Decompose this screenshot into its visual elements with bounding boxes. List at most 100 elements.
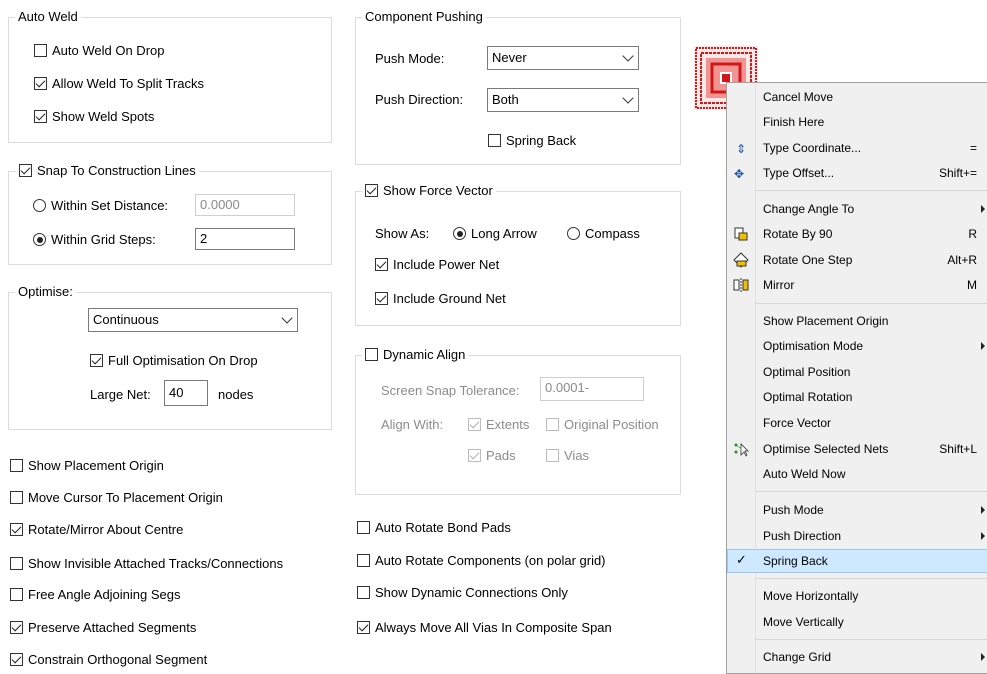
long-arrow-radio[interactable]: Long Arrow bbox=[453, 226, 537, 241]
within-grid-steps-radio[interactable]: Within Grid Steps: bbox=[33, 232, 156, 247]
checkbox-box[interactable] bbox=[468, 418, 481, 431]
show-dynamic-connections-checkbox[interactable]: Show Dynamic Connections Only bbox=[357, 585, 568, 600]
checkbox-box[interactable] bbox=[357, 586, 370, 599]
snap-construction-lines-checkbox[interactable]: Snap To Construction Lines bbox=[16, 163, 199, 178]
radio-dot[interactable] bbox=[567, 227, 580, 240]
menu-item-push-mode[interactable]: Push Mode bbox=[727, 498, 987, 522]
auto-weld-on-drop-checkbox[interactable]: Auto Weld On Drop bbox=[34, 43, 164, 58]
full-optimisation-checkbox[interactable]: Full Optimisation On Drop bbox=[90, 353, 258, 368]
pads-checkbox[interactable]: Pads bbox=[468, 448, 516, 463]
menu-item-type-coordinate[interactable]: ⇕ Type Coordinate... = bbox=[727, 136, 987, 160]
spring-back-checkbox[interactable]: Spring Back bbox=[488, 133, 576, 148]
menu-item-show-placement-origin[interactable]: Show Placement Origin bbox=[727, 309, 987, 333]
checkbox-box[interactable] bbox=[34, 110, 47, 123]
radio-dot[interactable] bbox=[33, 199, 46, 212]
push-mode-select[interactable]: Never bbox=[487, 46, 639, 70]
auto-rotate-components-checkbox[interactable]: Auto Rotate Components (on polar grid) bbox=[357, 553, 606, 568]
menu-item-change-angle[interactable]: Change Angle To bbox=[727, 197, 987, 221]
menu-item-move-vertically[interactable]: Move Vertically bbox=[727, 610, 987, 634]
checkbox-box[interactable] bbox=[10, 588, 23, 601]
grid-steps-input[interactable]: 2 bbox=[195, 228, 295, 250]
menu-item-type-offset[interactable]: ✥ Type Offset... Shift+= bbox=[727, 161, 987, 185]
checkbox-box[interactable] bbox=[488, 134, 501, 147]
within-set-distance-radio[interactable]: Within Set Distance: bbox=[33, 198, 168, 213]
large-net-label: Large Net: bbox=[90, 387, 151, 402]
menu-item-rotate-90[interactable]: Rotate By 90 R bbox=[727, 222, 987, 246]
checkbox-box[interactable] bbox=[10, 459, 23, 472]
checkbox-box[interactable] bbox=[10, 523, 23, 536]
menu-item-cancel-move[interactable]: Cancel Move bbox=[727, 85, 987, 109]
preserve-segments-checkbox[interactable]: Preserve Attached Segments bbox=[10, 620, 196, 635]
checkbox-box[interactable] bbox=[10, 557, 23, 570]
include-ground-net-checkbox[interactable]: Include Ground Net bbox=[375, 291, 506, 306]
checkbox-box[interactable] bbox=[357, 621, 370, 634]
align-with-label: Align With: bbox=[381, 417, 444, 432]
svg-text:⇕: ⇕ bbox=[736, 142, 746, 156]
checkbox-box[interactable] bbox=[546, 418, 559, 431]
checkbox-box[interactable] bbox=[468, 449, 481, 462]
menu-item-force-vector[interactable]: Force Vector bbox=[727, 411, 987, 435]
allow-weld-split-tracks-checkbox[interactable]: Allow Weld To Split Tracks bbox=[34, 76, 204, 91]
checkbox-box[interactable] bbox=[19, 164, 32, 177]
radio-dot[interactable] bbox=[33, 233, 46, 246]
checkbox-box[interactable] bbox=[357, 521, 370, 534]
menu-item-optimisation-mode[interactable]: Optimisation Mode bbox=[727, 334, 987, 358]
chevron-down-icon bbox=[622, 50, 634, 62]
screen-snap-tolerance-label: Screen Snap Tolerance: bbox=[381, 383, 520, 398]
menu-item-mirror[interactable]: Mirror M bbox=[727, 273, 987, 297]
menu-item-finish-here[interactable]: Finish Here bbox=[727, 110, 987, 134]
checkbox-box[interactable] bbox=[10, 653, 23, 666]
radio-dot[interactable] bbox=[453, 227, 466, 240]
large-net-input[interactable]: 40 bbox=[164, 380, 208, 406]
push-mode-label: Push Mode: bbox=[375, 51, 445, 66]
checkbox-box[interactable] bbox=[10, 491, 23, 504]
dynamic-align-checkbox[interactable]: Dynamic Align bbox=[362, 347, 469, 362]
checkbox-box[interactable] bbox=[90, 354, 103, 367]
checkbox-box[interactable] bbox=[365, 348, 378, 361]
checkbox-box[interactable] bbox=[375, 292, 388, 305]
chevron-down-icon bbox=[281, 312, 293, 324]
menu-item-move-horizontally[interactable]: Move Horizontally bbox=[727, 584, 987, 608]
show-invisible-tracks-checkbox[interactable]: Show Invisible Attached Tracks/Connectio… bbox=[10, 556, 283, 571]
menu-item-rotate-one-step[interactable]: Rotate One Step Alt+R bbox=[727, 248, 987, 272]
constrain-orthogonal-checkbox[interactable]: Constrain Orthogonal Segment bbox=[10, 652, 207, 667]
snap-group bbox=[8, 171, 332, 265]
menu-item-auto-weld-now[interactable]: Auto Weld Now bbox=[727, 462, 987, 486]
menu-item-change-grid[interactable]: Change Grid bbox=[727, 645, 987, 669]
compass-radio[interactable]: Compass bbox=[567, 226, 640, 241]
original-position-checkbox[interactable]: Original Position bbox=[546, 417, 659, 432]
vias-checkbox[interactable]: Vias bbox=[546, 448, 589, 463]
menu-item-spring-back[interactable]: ✓ Spring Back bbox=[727, 549, 987, 573]
checkbox-box[interactable] bbox=[365, 184, 378, 197]
menu-item-optimise-selected-nets[interactable]: Optimise Selected Nets Shift+L bbox=[727, 437, 987, 461]
menu-separator bbox=[755, 491, 987, 492]
show-force-vector-checkbox[interactable]: Show Force Vector bbox=[362, 183, 496, 198]
checkbox-box[interactable] bbox=[546, 449, 559, 462]
auto-rotate-bond-pads-checkbox[interactable]: Auto Rotate Bond Pads bbox=[357, 520, 511, 535]
checkbox-box[interactable] bbox=[10, 621, 23, 634]
checkbox-box[interactable] bbox=[357, 554, 370, 567]
menu-item-push-direction[interactable]: Push Direction bbox=[727, 524, 987, 548]
extents-checkbox[interactable]: Extents bbox=[468, 417, 529, 432]
include-power-net-checkbox[interactable]: Include Power Net bbox=[375, 257, 499, 272]
move-cursor-origin-checkbox[interactable]: Move Cursor To Placement Origin bbox=[10, 490, 223, 505]
show-weld-spots-checkbox[interactable]: Show Weld Spots bbox=[34, 109, 154, 124]
always-move-vias-checkbox[interactable]: Always Move All Vias In Composite Span bbox=[357, 620, 612, 635]
set-distance-input[interactable]: 0.0000 bbox=[195, 194, 295, 216]
checkbox-box[interactable] bbox=[375, 258, 388, 271]
menu-item-optimal-position[interactable]: Optimal Position bbox=[727, 360, 987, 384]
checkbox-box[interactable] bbox=[34, 44, 47, 57]
push-direction-select[interactable]: Both bbox=[487, 88, 639, 112]
screen-snap-tolerance-input[interactable]: 0.0001- bbox=[540, 377, 644, 401]
component-pushing-title: Component Pushing bbox=[362, 9, 486, 24]
checkbox-box[interactable] bbox=[34, 77, 47, 90]
optimise-title: Optimise: bbox=[15, 284, 76, 299]
show-placement-origin-checkbox[interactable]: Show Placement Origin bbox=[10, 458, 164, 473]
free-angle-segs-checkbox[interactable]: Free Angle Adjoining Segs bbox=[10, 587, 181, 602]
optimise-mode-select[interactable]: Continuous bbox=[88, 308, 298, 332]
menu-item-optimal-rotation[interactable]: Optimal Rotation bbox=[727, 385, 987, 409]
coordinate-icon: ⇕ bbox=[736, 142, 746, 156]
rotate-mirror-centre-checkbox[interactable]: Rotate/Mirror About Centre bbox=[10, 522, 183, 537]
menu-separator bbox=[755, 303, 987, 304]
submenu-arrow-icon bbox=[981, 532, 985, 540]
